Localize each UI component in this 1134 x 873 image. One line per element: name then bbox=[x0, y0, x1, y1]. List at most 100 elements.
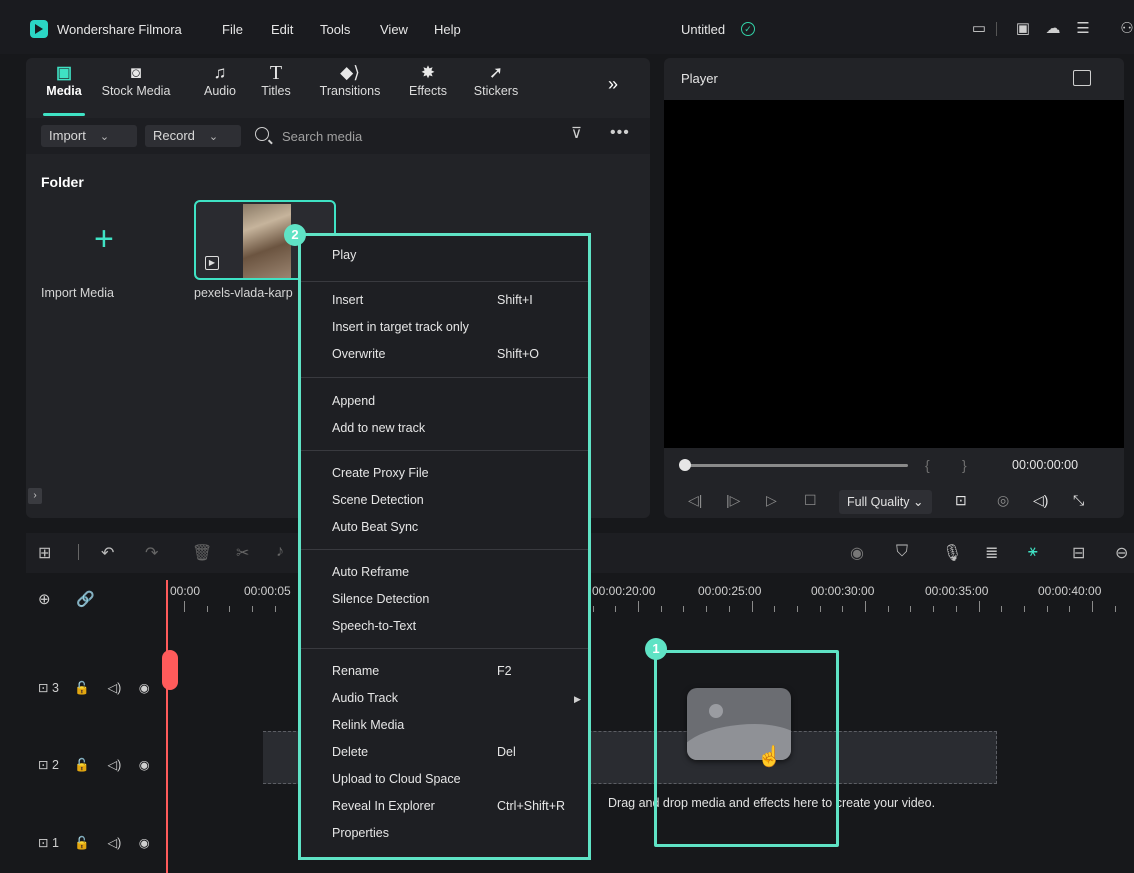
filter-icon[interactable]: ⊽ bbox=[571, 124, 582, 142]
ruler-label: 00:00:20:00 bbox=[592, 584, 656, 598]
account-icon[interactable]: ⚇ bbox=[1118, 20, 1134, 38]
save-icon[interactable]: ▣ bbox=[1014, 20, 1032, 38]
search-input[interactable] bbox=[282, 126, 562, 146]
menu-item-scene-detection[interactable]: Scene Detection bbox=[332, 493, 424, 507]
visibility-eye-icon[interactable]: ◉ bbox=[139, 836, 150, 850]
split-icon[interactable]: ✂ bbox=[236, 543, 249, 563]
layout-icon[interactable]: ▭ bbox=[970, 20, 988, 38]
tab-media[interactable]: ▣ Media bbox=[40, 62, 88, 98]
menu-item-audio-track[interactable]: Audio Track bbox=[332, 691, 398, 705]
tab-stickers[interactable]: ➚ Stickers bbox=[468, 62, 524, 98]
menu-tools[interactable]: Tools bbox=[320, 22, 350, 37]
step-badge-2: 2 bbox=[284, 224, 306, 246]
quality-dropdown[interactable]: Full Quality ⌄ bbox=[839, 490, 932, 514]
previous-frame-icon[interactable]: ◁| bbox=[688, 492, 702, 509]
ruler-tick bbox=[1001, 606, 1003, 612]
player-preview[interactable] bbox=[664, 100, 1124, 448]
menu-separator bbox=[301, 648, 588, 649]
import-dropdown[interactable]: Import ⌄ bbox=[41, 125, 137, 147]
lock-icon[interactable]: 🔓 bbox=[74, 836, 90, 850]
menu-item-insert-target[interactable]: Insert in target track only bbox=[332, 320, 469, 334]
player-scope-icon[interactable] bbox=[1073, 70, 1091, 86]
play-icon[interactable]: ▷ bbox=[766, 492, 777, 509]
cloud-icon[interactable]: ☁ bbox=[1044, 20, 1062, 38]
marker-icon[interactable]: ⛉ bbox=[896, 543, 908, 561]
menu-item-properties[interactable]: Properties bbox=[332, 826, 389, 840]
lock-icon[interactable]: 🔓 bbox=[74, 681, 90, 695]
fit-timeline-icon[interactable]: ⊟ bbox=[1072, 543, 1085, 563]
ruler-tick bbox=[1092, 601, 1093, 612]
mark-out-icon[interactable]: } bbox=[962, 457, 967, 473]
menu-edit[interactable]: Edit bbox=[271, 22, 293, 37]
voiceover-list-icon[interactable]: ≣ bbox=[985, 543, 998, 563]
snapshot-icon[interactable]: ◎ bbox=[997, 492, 1009, 509]
redo-icon[interactable]: ↷ bbox=[145, 543, 158, 563]
menu-item-relink-media[interactable]: Relink Media bbox=[332, 718, 404, 732]
visibility-eye-icon[interactable]: ◉ bbox=[139, 681, 150, 695]
menu-item-play[interactable]: Play bbox=[332, 248, 356, 262]
menu-help[interactable]: Help bbox=[434, 22, 461, 37]
ruler-tick bbox=[728, 606, 730, 612]
menu-item-create-proxy[interactable]: Create Proxy File bbox=[332, 466, 429, 480]
lock-icon[interactable]: 🔓 bbox=[74, 758, 90, 772]
import-media-label[interactable]: Import Media bbox=[41, 286, 114, 300]
more-tabs-chevron-icon[interactable]: » bbox=[608, 74, 618, 95]
video-track-icon: ⊡ bbox=[38, 681, 49, 695]
menu-item-silence-detection[interactable]: Silence Detection bbox=[332, 592, 429, 606]
ruler-tick bbox=[955, 606, 957, 612]
quality-label: Full Quality bbox=[847, 495, 910, 509]
next-frame-icon[interactable]: |▷ bbox=[726, 492, 740, 509]
menu-item-append[interactable]: Append bbox=[332, 394, 375, 408]
menu-item-auto-beat-sync[interactable]: Auto Beat Sync bbox=[332, 520, 418, 534]
mark-in-icon[interactable]: { bbox=[925, 457, 930, 473]
stop-icon[interactable]: ☐ bbox=[804, 492, 817, 509]
microphone-icon[interactable]: 🎙 bbox=[942, 543, 962, 563]
layout-grid-icon[interactable]: ⊞ bbox=[38, 543, 51, 563]
filmora-logo-icon bbox=[30, 20, 48, 38]
menu-item-speech-to-text[interactable]: Speech-to-Text bbox=[332, 619, 416, 633]
delete-icon[interactable]: 🗑 bbox=[192, 543, 212, 563]
tab-titles[interactable]: T Titles bbox=[254, 62, 298, 98]
visibility-eye-icon[interactable]: ◉ bbox=[139, 758, 150, 772]
menu-item-auto-reframe[interactable]: Auto Reframe bbox=[332, 565, 409, 579]
import-plus-icon[interactable]: + bbox=[94, 222, 114, 256]
undo-icon[interactable]: ↶ bbox=[101, 543, 114, 563]
volume-icon[interactable]: ◁) bbox=[1033, 492, 1048, 509]
record-dropdown[interactable]: Record ⌄ bbox=[145, 125, 241, 147]
hamburger-menu-icon[interactable]: ☰ bbox=[1074, 20, 1092, 38]
fullscreen-icon[interactable]: ⤡ bbox=[1073, 492, 1084, 509]
link-icon[interactable]: 🔗 bbox=[76, 590, 95, 608]
tab-stock-media[interactable]: ◙ Stock Media bbox=[90, 62, 182, 98]
menu-item-upload-cloud[interactable]: Upload to Cloud Space bbox=[332, 772, 461, 786]
menu-file[interactable]: File bbox=[222, 22, 243, 37]
tab-transitions[interactable]: ◆⟩ Transitions bbox=[312, 62, 388, 98]
zoom-out-icon[interactable]: ⊖ bbox=[1115, 543, 1128, 563]
menu-item-delete[interactable]: Delete bbox=[332, 745, 368, 759]
track-volume-icon[interactable]: ◁) bbox=[107, 836, 121, 850]
audio-icon[interactable]: ♪ bbox=[276, 543, 284, 561]
track-volume-icon[interactable]: ◁) bbox=[107, 758, 121, 772]
menu-view[interactable]: View bbox=[380, 22, 408, 37]
ruler-label: 00:00:35:00 bbox=[925, 584, 989, 598]
tab-audio[interactable]: ♫ Audio bbox=[198, 62, 242, 98]
menu-item-add-to-new-track[interactable]: Add to new track bbox=[332, 421, 425, 435]
add-track-icon[interactable]: ⊕ bbox=[38, 590, 51, 608]
snap-icon[interactable]: ⚹ bbox=[1028, 543, 1038, 561]
track-volume-icon[interactable]: ◁) bbox=[107, 681, 121, 695]
effects-icon: ✸ bbox=[420, 63, 436, 82]
video-clip-icon: ▶ bbox=[205, 256, 219, 270]
display-settings-icon[interactable]: ⊡ bbox=[955, 492, 967, 509]
render-preview-icon[interactable]: ◉ bbox=[850, 543, 864, 563]
playhead-handle[interactable] bbox=[162, 650, 178, 690]
submenu-arrow-icon: ▶ bbox=[574, 694, 581, 704]
expand-sidebar-icon[interactable]: › bbox=[28, 488, 42, 504]
menu-item-reveal-in-explorer[interactable]: Reveal In Explorer bbox=[332, 799, 435, 813]
tab-effects[interactable]: ✸ Effects bbox=[402, 62, 454, 98]
playback-scrubber[interactable] bbox=[679, 459, 691, 471]
playhead[interactable] bbox=[166, 580, 168, 873]
menu-item-insert[interactable]: Insert bbox=[332, 293, 363, 307]
more-options-icon[interactable]: ••• bbox=[610, 124, 630, 142]
menu-item-rename[interactable]: Rename bbox=[332, 664, 379, 678]
playback-progress-bar[interactable] bbox=[680, 464, 908, 467]
menu-item-overwrite[interactable]: Overwrite bbox=[332, 347, 385, 361]
